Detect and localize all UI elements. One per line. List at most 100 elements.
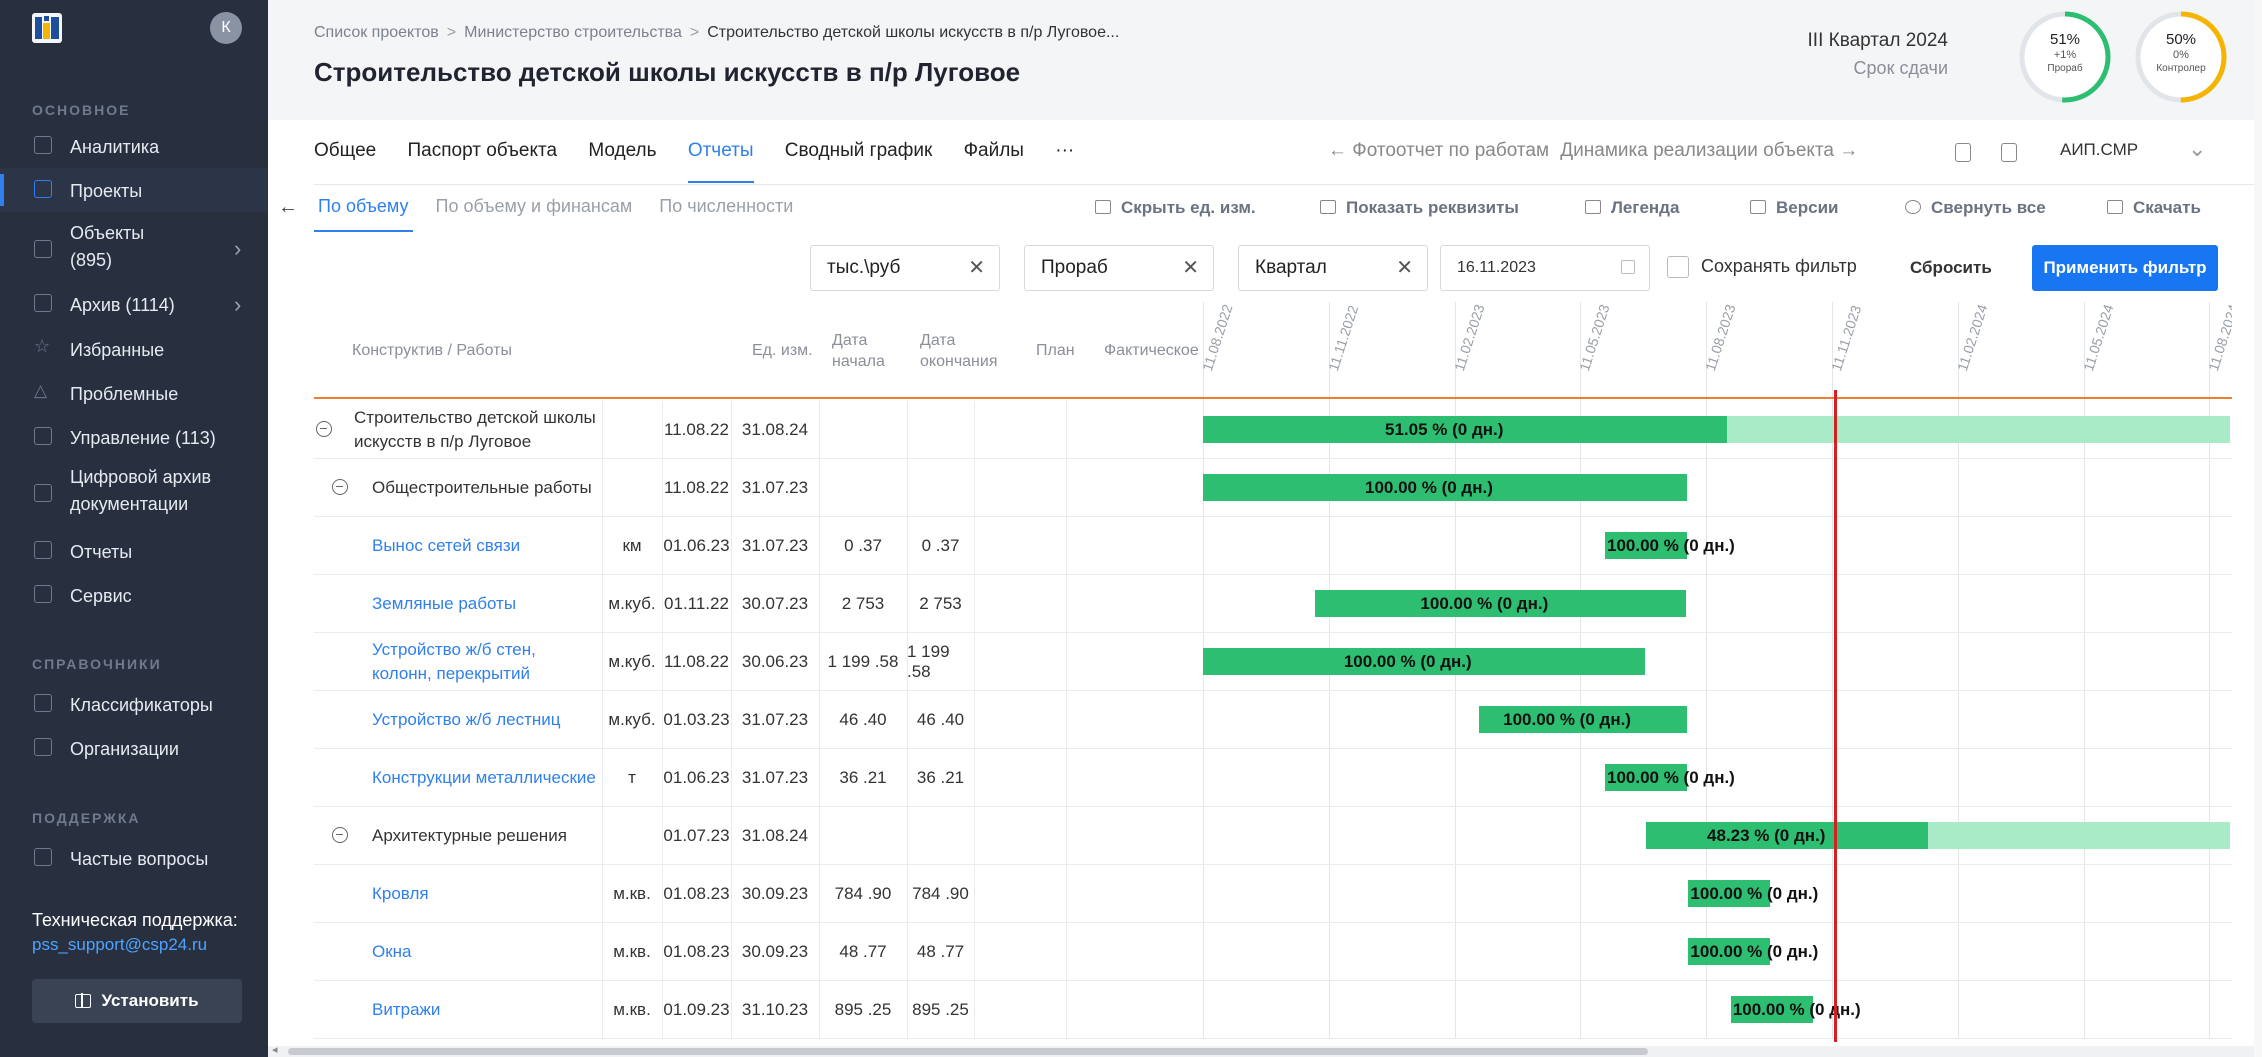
work-link[interactable]: Кровля — [372, 865, 596, 923]
sidebar-item-analytics[interactable]: Аналитика — [0, 124, 268, 168]
table-row[interactable]: Вынос сетей связи км 01.06.23 31.07.23 0 .37… — [314, 517, 2232, 575]
organization-select-value: АИП.СМР — [2060, 140, 2139, 159]
collapse-toggle-icon[interactable] — [332, 827, 348, 843]
clear-icon[interactable]: ✕ — [968, 255, 985, 280]
reset-button[interactable]: Сбросить — [1910, 258, 1992, 278]
role-filter[interactable]: Прораб ✕ — [1024, 245, 1214, 291]
table-row[interactable]: Строительство детской школы искусств в п… — [314, 401, 2232, 459]
unit-filter[interactable]: тыс.\руб ✕ — [810, 245, 1000, 291]
table-row[interactable]: Общестроительные работы 11.08.22 31.07.23 1… — [314, 459, 2232, 517]
scrollbar-thumb[interactable] — [288, 1048, 1648, 1055]
plan-cell: 784 .90 — [834, 884, 892, 903]
user-avatar[interactable]: К — [210, 12, 242, 44]
work-link[interactable]: Витражи — [372, 981, 596, 1039]
fact-cell: 895 .25 — [912, 1000, 969, 1019]
tab-general[interactable]: Общее — [314, 140, 376, 162]
install-button[interactable]: Установить — [32, 979, 242, 1023]
start-date-cell: 01.08.23 — [663, 884, 730, 903]
collapse-toggle-icon[interactable] — [332, 479, 348, 495]
save-filter-checkbox[interactable] — [1667, 256, 1689, 278]
sidebar-item-organizations[interactable]: Организации — [0, 726, 268, 770]
deadline-quarter: III Квартал 2024 — [1807, 30, 1948, 51]
table-row[interactable]: Устройство ж/б лестниц м.куб. 01.03.23 31.0… — [314, 691, 2232, 749]
unit-cell — [602, 401, 662, 459]
apply-filter-button[interactable]: Применить фильтр — [2032, 245, 2218, 291]
sidebar-item-label: Избранные — [70, 340, 165, 360]
sidebar-item-reports[interactable]: Отчеты — [0, 529, 268, 573]
timeline-tick-label: 11.08.2024 — [2205, 302, 2232, 373]
sidebar-item-favorites[interactable]: ☆ Избранные — [0, 327, 268, 371]
app-root: К ОСНОВНОЕ Аналитика Проекты Объекты (89… — [0, 0, 2262, 1057]
work-link[interactable]: Устройство ж/б стен, колонн, перекрытий — [372, 633, 596, 691]
breadcrumb-item[interactable]: Министерство строительства — [464, 24, 682, 41]
tab-more[interactable]: ··· — [1055, 140, 1074, 162]
end-date-cell: 31.07.23 — [741, 478, 809, 497]
work-link[interactable]: Окна — [372, 923, 596, 981]
scroll-left-icon[interactable]: ◂ — [272, 1043, 278, 1056]
work-link[interactable]: Конструкции металлические — [372, 749, 596, 807]
clipboard-icon[interactable] — [2001, 143, 2017, 162]
clear-icon[interactable]: ✕ — [1182, 255, 1199, 280]
group-name: Архитектурные решения — [372, 826, 567, 845]
table-row[interactable]: Конструкции металлические т 01.06.23 31.07.… — [314, 749, 2232, 807]
vertical-scrollbar[interactable] — [2254, 0, 2262, 1057]
hide-units-button[interactable]: Скрыть ед. изм. — [1095, 198, 1256, 218]
horizontal-scrollbar[interactable]: ◂ — [268, 1043, 2262, 1057]
end-date-cell: 30.09.23 — [741, 942, 809, 961]
work-link[interactable]: Вынос сетей связи — [372, 517, 596, 575]
subtab-volume-finance[interactable]: По объему и финансам — [432, 196, 637, 232]
date-filter[interactable]: 16.11.2023 — [1440, 245, 1650, 291]
start-date-cell: 01.08.23 — [663, 942, 730, 961]
tab-passport[interactable]: Паспорт объекта — [408, 140, 558, 162]
download-button[interactable]: Скачать — [2107, 198, 2201, 218]
tab-files[interactable]: Файлы — [964, 140, 1024, 162]
table-row[interactable]: Архитектурные решения 01.07.23 31.08.24 48.… — [314, 807, 2232, 865]
sidebar-item-objects[interactable]: Объекты (895) › — [0, 220, 268, 276]
table-row[interactable]: Земляные работы м.куб. 01.11.22 30.07.23 2 7… — [314, 575, 2232, 633]
period-filter-value: Квартал — [1255, 257, 1327, 278]
next-report-link[interactable]: Динамика реализации объекта → — [1560, 140, 1858, 161]
collapse-all-button[interactable]: Свернуть все — [1905, 198, 2046, 218]
work-link[interactable]: Устройство ж/б лестниц — [372, 691, 596, 749]
versions-button[interactable]: Версии — [1750, 198, 1838, 218]
sidebar-item-management[interactable]: Управление (113) — [0, 415, 268, 459]
unit-cell: м.куб. — [608, 594, 656, 613]
section-support-label: ПОДДЕРЖКА — [32, 810, 141, 826]
sidebar-item-projects[interactable]: Проекты — [0, 168, 268, 212]
legend-button[interactable]: Легенда — [1585, 198, 1679, 218]
table-row[interactable]: Витражи м.кв. 01.09.23 31.10.23 895 .25 895 .… — [314, 981, 2232, 1039]
gauge-delta: 0% — [2173, 49, 2189, 61]
back-arrow-icon[interactable]: ← — [278, 196, 298, 219]
tab-reports[interactable]: Отчеты — [687, 140, 754, 183]
period-filter[interactable]: Квартал ✕ — [1238, 245, 1428, 291]
sidebar-item-service[interactable]: Сервис — [0, 573, 268, 617]
section-refs-label: СПРАВОЧНИКИ — [32, 656, 162, 672]
work-link[interactable]: Земляные работы — [372, 575, 596, 633]
sidebar-item-classifiers[interactable]: Классификаторы — [0, 682, 268, 726]
show-details-button[interactable]: Показать реквизиты — [1320, 198, 1519, 218]
sidebar-item-problems[interactable]: △ Проблемные — [0, 371, 268, 415]
tab-model[interactable]: Модель — [588, 140, 656, 162]
sidebar-item-archive[interactable]: Архив (1114) › — [0, 282, 268, 326]
clear-icon[interactable]: ✕ — [1396, 255, 1413, 280]
breadcrumb-item[interactable]: Список проектов — [314, 24, 439, 41]
table-row[interactable]: Окна м.кв. 01.08.23 30.09.23 48 .77 48 .77 100… — [314, 923, 2232, 981]
prev-report-link[interactable]: ← Фотоотчет по работам — [1328, 140, 1549, 161]
support-email-link[interactable]: pss_support@csp24.ru — [32, 935, 207, 955]
app-logo[interactable] — [32, 13, 62, 43]
subtab-headcount[interactable]: По численности — [655, 196, 797, 232]
subtab-volume[interactable]: По объему — [314, 196, 413, 232]
document-icon — [34, 541, 52, 559]
tab-summary-schedule[interactable]: Сводный график — [785, 140, 933, 162]
settings-icon[interactable] — [1955, 143, 1971, 162]
date-filter-value: 16.11.2023 — [1457, 259, 1536, 276]
sidebar-item-digital-archive[interactable]: Цифровой архив документации — [0, 464, 268, 520]
organization-select[interactable]: АИП.СМР ⌄ — [2060, 136, 2240, 161]
gantt-bar-label: 100.00 % (0 дн.) — [1732, 1000, 1861, 1019]
table-row[interactable]: Кровля м.кв. 01.08.23 30.09.23 784 .90 784 .9… — [314, 865, 2232, 923]
unit-cell: т — [628, 768, 636, 787]
table-row[interactable]: Устройство ж/б стен, колонн, перекрытий м… — [314, 633, 2232, 691]
sidebar-item-faq[interactable]: Частые вопросы — [0, 836, 268, 880]
unit-cell: м.кв. — [613, 1000, 651, 1019]
collapse-toggle-icon[interactable] — [316, 421, 332, 437]
